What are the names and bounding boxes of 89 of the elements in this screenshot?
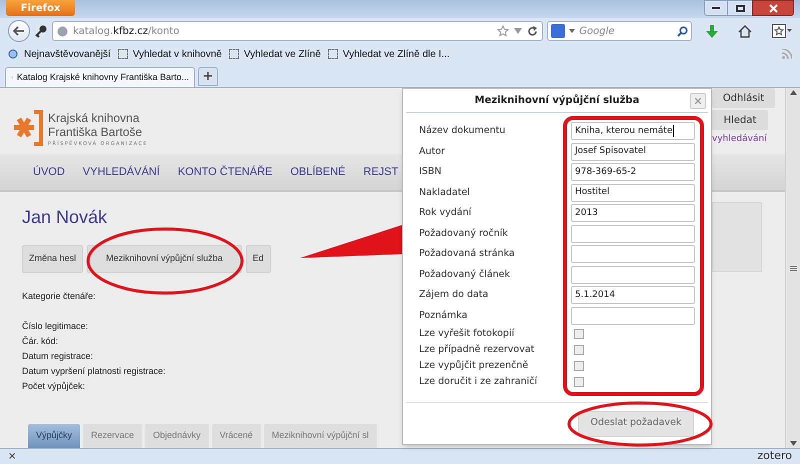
checkbox[interactable] bbox=[574, 361, 584, 371]
field-label: Poznámka bbox=[419, 308, 468, 323]
scroll-up-icon[interactable] bbox=[790, 90, 796, 95]
checkbox-label: Lze doručit i ze zahraničí bbox=[419, 374, 538, 389]
checkbox[interactable] bbox=[574, 329, 584, 339]
action-button[interactable]: Změna hesl bbox=[22, 245, 84, 273]
dropdown-icon[interactable] bbox=[514, 28, 522, 34]
input-field[interactable]: 2013 bbox=[571, 204, 695, 222]
maximize-button[interactable] bbox=[728, 0, 752, 16]
search-field[interactable]: Google bbox=[547, 21, 692, 41]
input-field[interactable] bbox=[571, 306, 695, 325]
key-icon[interactable] bbox=[34, 24, 48, 38]
library-logo-icon bbox=[12, 108, 44, 148]
checkbox-label: Lze vyřešit fotokopií bbox=[419, 326, 516, 341]
info-label: Číslo legitimace: bbox=[22, 320, 88, 333]
field-label: Zájem do data bbox=[419, 288, 490, 302]
field-label: Název dokumentu bbox=[419, 124, 506, 138]
checkbox[interactable] bbox=[574, 345, 584, 355]
logo-text: Františka Bartoše bbox=[48, 125, 144, 139]
bookmark-item[interactable]: Nejnavštěvovanější bbox=[8, 46, 111, 62]
input-field[interactable]: 978-369-65-2 bbox=[571, 163, 695, 182]
field-label: Požadovaný ročník bbox=[419, 226, 509, 241]
bookmark-item[interactable]: Vyhledat ve Zlíně dle I... bbox=[328, 46, 450, 62]
checkbox-label: Lze vypůjčit prezenčně bbox=[419, 358, 530, 373]
nav-link[interactable]: OBLÍBENÉ bbox=[290, 164, 346, 180]
field-label: Autor bbox=[419, 144, 446, 159]
page-icon bbox=[118, 49, 128, 59]
reload-icon[interactable] bbox=[527, 26, 538, 36]
download-icon[interactable] bbox=[706, 24, 718, 38]
bookmark-item[interactable]: Vyhledat v knihovně bbox=[118, 46, 222, 62]
search-placeholder: Google bbox=[579, 24, 615, 38]
action-button[interactable]: Ed bbox=[246, 245, 271, 273]
bookmark-item[interactable]: Vyhledat ve Zlíně bbox=[228, 46, 321, 62]
submit-button[interactable]: Odeslat požadavek bbox=[578, 410, 694, 436]
scroll-down-icon[interactable] bbox=[790, 441, 796, 446]
checkbox[interactable] bbox=[574, 377, 584, 387]
search-link[interactable]: vyhledávání bbox=[712, 133, 767, 146]
rss-icon[interactable] bbox=[782, 49, 792, 59]
nav-link[interactable]: REJST bbox=[363, 164, 398, 180]
dropdown-icon[interactable] bbox=[569, 29, 576, 33]
url-text: katalog.kfbz.cz/konto bbox=[72, 24, 180, 38]
field-label: Rok vydání bbox=[419, 206, 472, 220]
field-label: ISBN bbox=[419, 165, 442, 180]
input-field[interactable]: Hostitel bbox=[571, 184, 695, 202]
home-icon[interactable] bbox=[738, 24, 752, 38]
address-bar[interactable]: katalog.kfbz.cz/konto bbox=[52, 21, 544, 41]
close-button[interactable] bbox=[752, 0, 794, 16]
status-close[interactable]: × bbox=[8, 449, 16, 464]
content-tab[interactable]: Výpůjčky bbox=[28, 424, 80, 448]
minimize-button[interactable] bbox=[704, 0, 728, 16]
input-field[interactable]: Josef Spisovatel bbox=[571, 142, 695, 161]
field-label: Požadovaná stránka bbox=[419, 247, 516, 262]
input-field[interactable] bbox=[571, 245, 695, 264]
search-button[interactable]: Hledat bbox=[712, 110, 768, 130]
info-label: Datum registrace: bbox=[22, 350, 94, 363]
scroll-grip-icon bbox=[790, 266, 796, 270]
close-icon bbox=[768, 4, 778, 12]
star-icon[interactable] bbox=[497, 25, 510, 37]
scrollbar[interactable] bbox=[785, 88, 800, 448]
close-icon bbox=[695, 98, 701, 104]
logout-button[interactable]: Odhlásit bbox=[712, 88, 775, 108]
browser-tab[interactable]: Katalog Krajské knihovny Františka Barto... bbox=[5, 67, 195, 87]
zotero-label[interactable]: zotero bbox=[757, 448, 792, 464]
checkbox-label: Lze případně rezervovat bbox=[419, 342, 536, 357]
logo-text: Krajská knihovna bbox=[48, 111, 140, 125]
back-arrow-icon bbox=[12, 26, 25, 36]
user-name: Jan Novák bbox=[22, 206, 108, 229]
info-label: Čár. kód: bbox=[22, 335, 58, 348]
info-label: Počet výpůjček: bbox=[22, 380, 86, 393]
info-label: Kategorie čtenáře: bbox=[22, 290, 96, 303]
input-field[interactable]: 5.1.2014 bbox=[571, 286, 695, 304]
bookmarks-icon[interactable] bbox=[772, 24, 792, 38]
action-button[interactable]: Meziknihovní výpůjční služba bbox=[87, 245, 242, 273]
new-tab-button[interactable]: + bbox=[198, 67, 218, 86]
nav-link[interactable]: ÚVOD bbox=[33, 164, 65, 180]
input-field[interactable]: Kniha, kterou nemáte bbox=[571, 122, 695, 140]
dialog-title: Meziknihovní výpůjční služba bbox=[474, 93, 640, 108]
dialog-close-button[interactable] bbox=[690, 93, 706, 109]
field-label: Nakladatel bbox=[419, 186, 471, 200]
side-panel bbox=[712, 202, 762, 272]
input-field[interactable] bbox=[571, 224, 695, 243]
input-field[interactable] bbox=[571, 266, 695, 284]
nav-link[interactable]: VYHLEDÁVÁNÍ bbox=[82, 164, 160, 180]
page-icon bbox=[228, 49, 239, 59]
field-label: Požadovaný článek bbox=[419, 268, 512, 282]
back-button[interactable] bbox=[8, 20, 30, 42]
info-label: Datum vypršení platnosti registrace: bbox=[22, 365, 166, 378]
page-icon bbox=[328, 49, 338, 59]
nav-link[interactable]: KONTO ČTENÁŘE bbox=[178, 164, 272, 180]
